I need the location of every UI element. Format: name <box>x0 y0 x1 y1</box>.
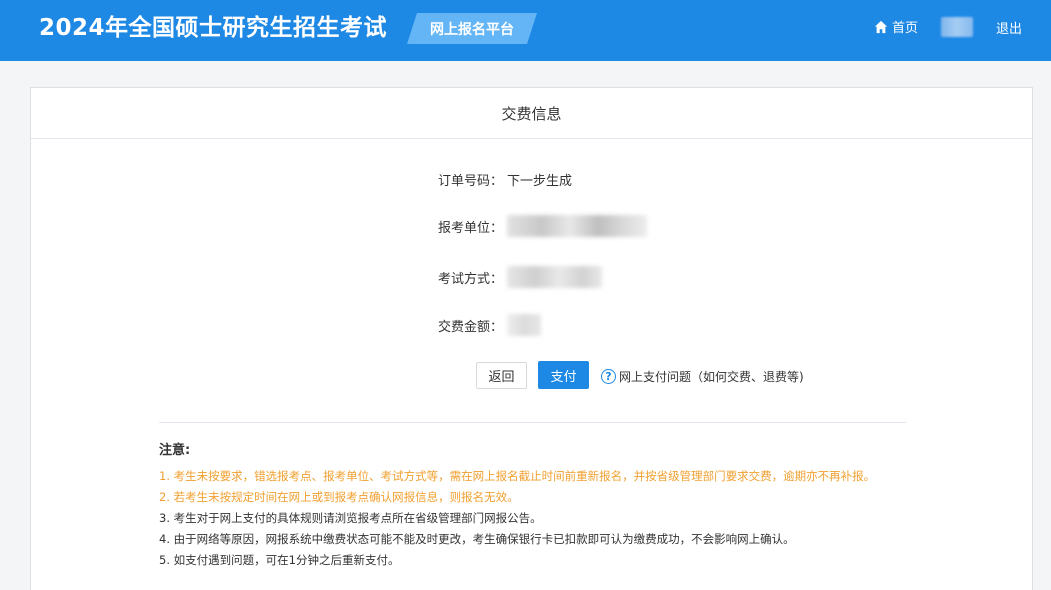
home-label: 首页 <box>892 21 919 36</box>
notice-title: 注意: <box>159 443 191 458</box>
exam-method-row: 考试方式： <box>438 266 602 288</box>
fee-amount-value-redacted <box>507 314 541 336</box>
logout-link[interactable]: 退出 <box>996 18 1022 37</box>
exam-method-label: 考试方式： <box>438 271 504 287</box>
fee-info-panel: 交费信息 订单号码： 下一步生成 报考单位： 考试方式： 交费金额： 返回 支付… <box>30 87 1033 590</box>
notice-item: 3. 考生对于网上支付的具体规则请浏览报考点所在省级管理部门网报公告。 <box>159 511 542 525</box>
payment-help-link[interactable]: ? 网上支付问题（如何交费、退费等) <box>601 368 804 385</box>
unit-value-redacted <box>507 215 647 237</box>
notice-item: 2. 若考生未按规定时间在网上或到报考点确认网报信息，则报名无效。 <box>159 490 519 504</box>
question-circle-icon: ? <box>601 369 616 384</box>
payment-help-label: 网上支付问题（如何交费、退费等) <box>619 370 804 384</box>
home-link[interactable]: 首页 <box>874 17 918 36</box>
notice-section: 注意: 1. 考生未按要求，错选报考点、报考单位、考试方式等，需在网上报名截止时… <box>159 439 919 571</box>
exam-method-value-redacted <box>507 266 602 288</box>
pay-button[interactable]: 支付 <box>538 361 589 389</box>
notice-item: 1. 考生未按要求，错选报考点、报考单位、考试方式等，需在网上报名截止时间前重新… <box>159 469 876 483</box>
user-name-redacted <box>941 17 973 37</box>
fee-amount-row: 交费金额： <box>438 314 541 336</box>
divider <box>159 422 906 423</box>
unit-row: 报考单位： <box>438 215 647 237</box>
back-button[interactable]: 返回 <box>476 362 527 389</box>
order-number-value: 下一步生成 <box>507 174 573 189</box>
fee-amount-label: 交费金额： <box>438 319 504 335</box>
platform-tag: 网上报名平台 <box>407 13 537 44</box>
order-number-label: 订单号码： <box>438 174 504 189</box>
home-icon <box>874 20 888 33</box>
unit-label: 报考单位： <box>438 220 504 236</box>
site-title: 2024年全国硕士研究生招生考试 <box>39 15 388 41</box>
notice-item: 5. 如支付遇到问题，可在1分钟之后重新支付。 <box>159 553 400 567</box>
order-number-row: 订单号码： 下一步生成 <box>438 170 572 189</box>
panel-title: 交费信息 <box>31 88 1032 139</box>
top-header: 2024年全国硕士研究生招生考试 网上报名平台 首页 退出 <box>0 0 1051 61</box>
notice-item: 4. 由于网络等原因，网报系统中缴费状态可能不能及时更改，考生确保银行卡已扣款即… <box>159 532 795 546</box>
